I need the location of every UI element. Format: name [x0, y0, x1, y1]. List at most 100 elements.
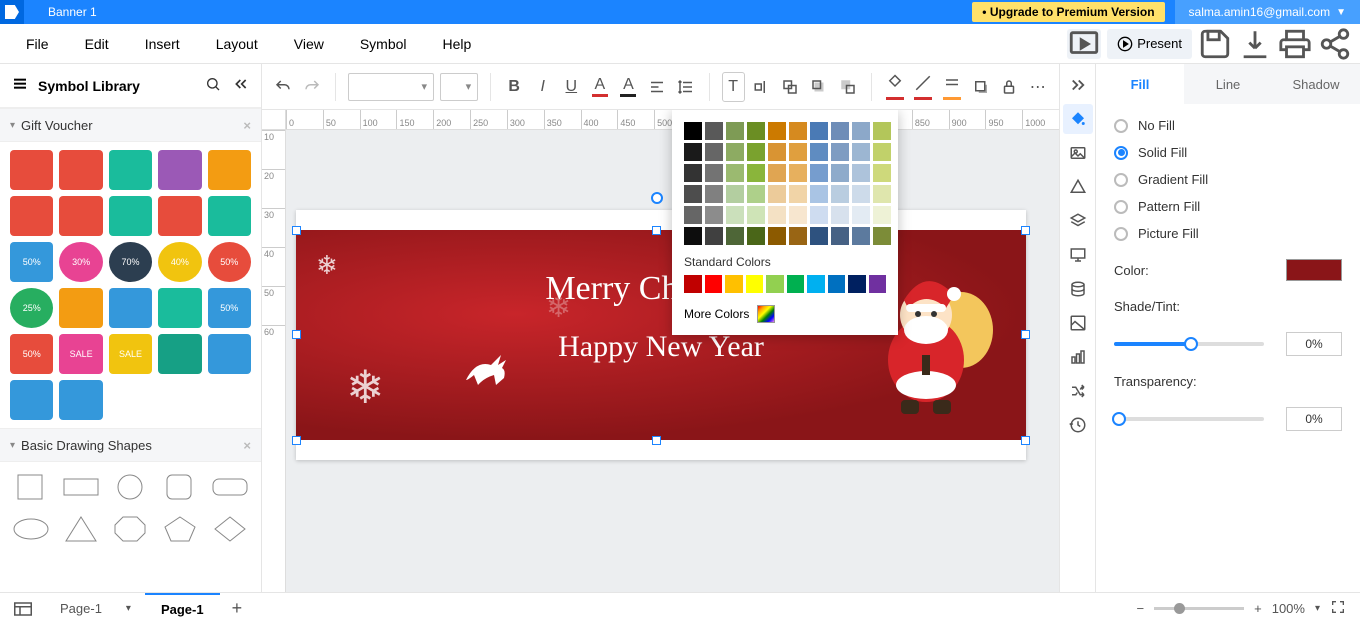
- color-swatch[interactable]: [726, 143, 744, 161]
- color-swatch[interactable]: [831, 143, 849, 161]
- page-layout-icon[interactable]: [0, 602, 46, 616]
- section-gift-voucher[interactable]: ▾ Gift Voucher ×: [0, 108, 261, 142]
- color-swatch[interactable]: [747, 164, 765, 182]
- shape-octagon[interactable]: [110, 512, 152, 546]
- symbol-item[interactable]: [158, 288, 201, 328]
- color-swatch[interactable]: [831, 185, 849, 203]
- shape-pentagon[interactable]: [159, 512, 201, 546]
- send-back-button[interactable]: [836, 72, 859, 102]
- symbol-item[interactable]: 25%: [10, 288, 53, 328]
- color-swatch[interactable]: [768, 143, 786, 161]
- upgrade-button[interactable]: • Upgrade to Premium Version: [972, 2, 1164, 22]
- shadow-button[interactable]: [969, 72, 992, 102]
- align-button[interactable]: [646, 72, 669, 102]
- shape-rounded-rect[interactable]: [209, 470, 251, 504]
- symbol-item[interactable]: [208, 334, 251, 374]
- font-size-select[interactable]: ▾: [440, 73, 478, 101]
- color-swatch[interactable]: [684, 227, 702, 245]
- color-swatch[interactable]: [789, 164, 807, 182]
- color-swatch[interactable]: [766, 275, 784, 293]
- symbol-item[interactable]: [109, 196, 152, 236]
- rotate-handle[interactable]: [651, 192, 663, 204]
- download-icon[interactable]: [1238, 29, 1272, 59]
- symbol-item[interactable]: 50%: [10, 334, 53, 374]
- add-page-button[interactable]: +: [220, 598, 255, 619]
- zoom-in-button[interactable]: +: [1254, 601, 1262, 616]
- menu-help[interactable]: Help: [425, 36, 490, 52]
- app-logo[interactable]: [0, 0, 24, 24]
- resize-handle[interactable]: [652, 226, 661, 235]
- color-swatch[interactable]: [705, 206, 723, 224]
- color-swatch[interactable]: [747, 227, 765, 245]
- color-swatch[interactable]: [810, 164, 828, 182]
- color-swatch[interactable]: [831, 206, 849, 224]
- shape-diamond[interactable]: [209, 512, 251, 546]
- symbol-item[interactable]: 50%: [208, 242, 251, 282]
- resize-handle[interactable]: [1021, 436, 1030, 445]
- color-swatch[interactable]: [768, 206, 786, 224]
- more-colors-button[interactable]: More Colors: [684, 305, 886, 323]
- italic-button[interactable]: I: [531, 72, 554, 102]
- symbol-item[interactable]: [208, 380, 251, 420]
- symbol-item[interactable]: [59, 150, 102, 190]
- menu-file[interactable]: File: [8, 36, 67, 52]
- page-select[interactable]: Page-1 ▾: [46, 601, 145, 616]
- shape-ellipse[interactable]: [10, 512, 52, 546]
- transparency-value[interactable]: 0%: [1286, 407, 1342, 431]
- chart-tool-icon[interactable]: [1063, 342, 1093, 372]
- color-swatch[interactable]: [789, 185, 807, 203]
- color-swatch[interactable]: [873, 185, 891, 203]
- color-swatch[interactable]: [684, 143, 702, 161]
- underline-button[interactable]: U: [560, 72, 583, 102]
- banner-shape[interactable]: ❄ ❄ ❄ Merry Christmas Happy New Year: [296, 230, 1026, 440]
- menu-edit[interactable]: Edit: [67, 36, 127, 52]
- color-swatch[interactable]: [725, 275, 743, 293]
- color-swatch[interactable]: [684, 164, 702, 182]
- symbol-item[interactable]: SALE: [109, 334, 152, 374]
- color-swatch[interactable]: [873, 143, 891, 161]
- line-style-button[interactable]: [941, 72, 964, 102]
- random-icon[interactable]: [1063, 376, 1093, 406]
- color-swatch[interactable]: [789, 143, 807, 161]
- symbol-item[interactable]: 40%: [158, 242, 201, 282]
- color-swatch[interactable]: [789, 122, 807, 140]
- symbol-item[interactable]: [208, 150, 251, 190]
- presentation-icon[interactable]: [1063, 240, 1093, 270]
- color-swatch[interactable]: [726, 206, 744, 224]
- radio-gradient-fill[interactable]: Gradient Fill: [1114, 172, 1342, 187]
- fill-color-button[interactable]: [884, 72, 907, 102]
- color-swatch[interactable]: [684, 185, 702, 203]
- color-swatch[interactable]: [768, 227, 786, 245]
- highlight-button[interactable]: A: [617, 72, 640, 102]
- close-section-icon[interactable]: ×: [243, 438, 251, 453]
- color-swatch[interactable]: [747, 206, 765, 224]
- user-menu[interactable]: salma.amin16@gmail.com ▼: [1175, 0, 1360, 24]
- symbol-item[interactable]: 30%: [59, 242, 102, 282]
- save-icon[interactable]: [1198, 29, 1232, 59]
- shape-rect[interactable]: [60, 470, 102, 504]
- color-swatch[interactable]: [768, 122, 786, 140]
- color-swatch[interactable]: [747, 143, 765, 161]
- symbol-item[interactable]: [59, 288, 102, 328]
- bring-front-button[interactable]: [808, 72, 831, 102]
- page-tab[interactable]: Page-1: [145, 593, 220, 624]
- symbol-item[interactable]: [10, 196, 53, 236]
- shape-triangle[interactable]: [60, 512, 102, 546]
- color-swatch[interactable]: [684, 122, 702, 140]
- picture-icon[interactable]: [1063, 308, 1093, 338]
- radio-no-fill[interactable]: No Fill: [1114, 118, 1342, 133]
- zoom-out-button[interactable]: −: [1137, 601, 1145, 616]
- resize-handle[interactable]: [652, 436, 661, 445]
- align-objects-button[interactable]: [751, 72, 774, 102]
- color-swatch[interactable]: [726, 122, 744, 140]
- symbol-item[interactable]: [158, 196, 201, 236]
- color-swatch[interactable]: [705, 275, 723, 293]
- zoom-value[interactable]: 100%: [1272, 601, 1305, 616]
- symbol-item[interactable]: [109, 150, 152, 190]
- color-swatch[interactable]: [831, 164, 849, 182]
- radio-picture-fill[interactable]: Picture Fill: [1114, 226, 1342, 241]
- share-icon[interactable]: [1318, 29, 1352, 59]
- shape-square[interactable]: [10, 470, 52, 504]
- color-swatch[interactable]: [684, 206, 702, 224]
- menu-view[interactable]: View: [276, 36, 342, 52]
